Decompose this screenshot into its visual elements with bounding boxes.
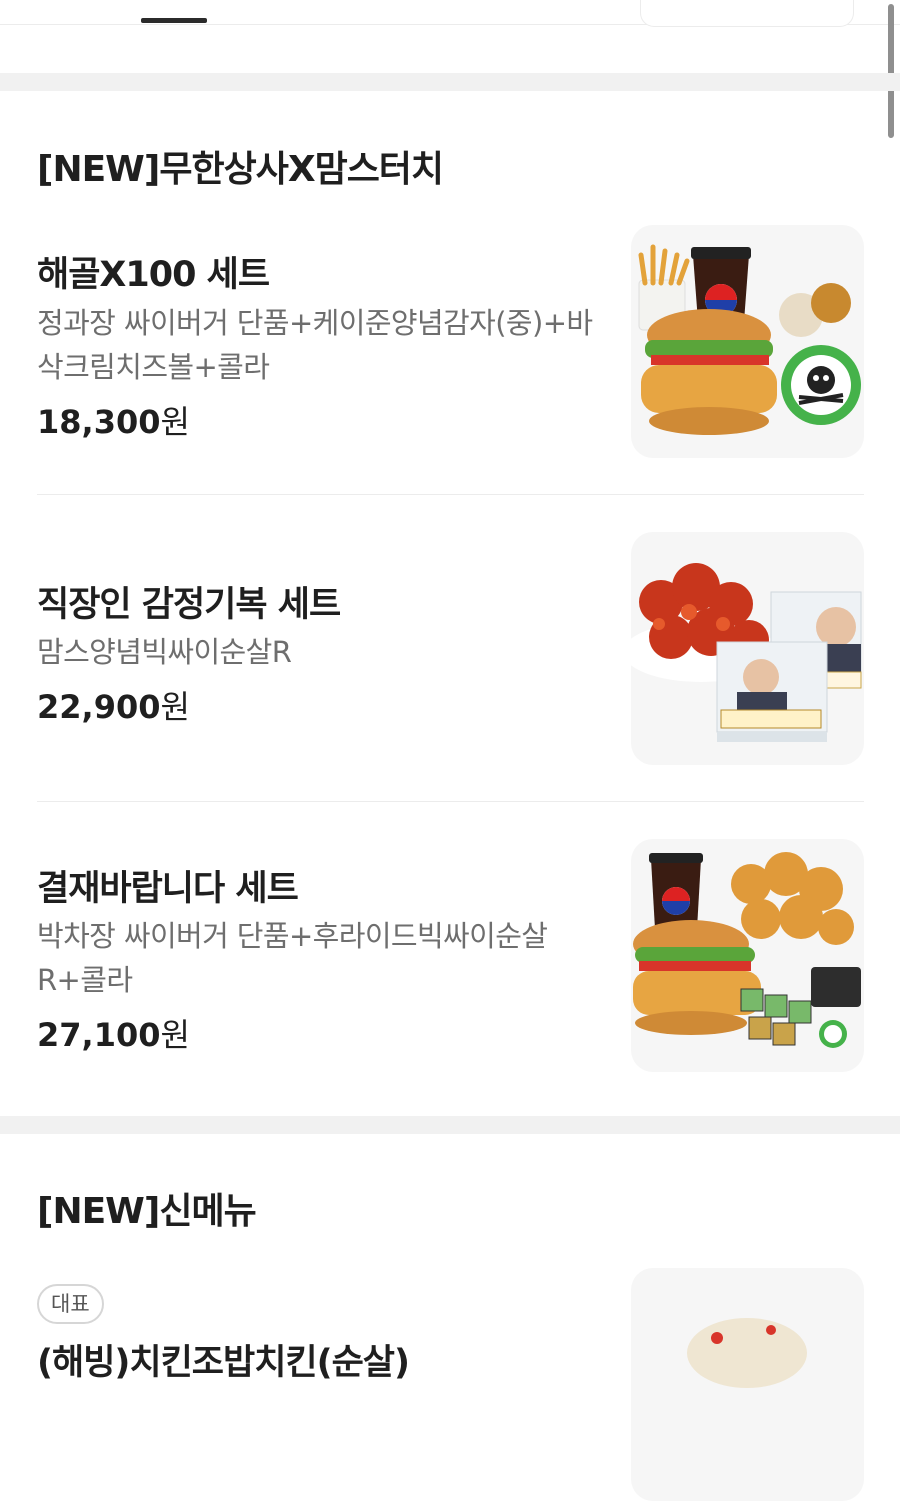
item-divider bbox=[37, 494, 864, 495]
top-filter-pill[interactable] bbox=[640, 0, 854, 27]
menu-item-description: 정과장 싸이버거 단품+케이준양념감자(중)+바삭크림치즈볼+콜라 bbox=[37, 306, 593, 384]
price-value: 22,900 bbox=[37, 688, 161, 726]
menu-item-description: 맘스양념빅싸이순살R bbox=[37, 635, 292, 669]
menu-item-description: 박차장 싸이버거 단품+후라이드빅싸이순살R+콜라 bbox=[37, 919, 548, 997]
price-currency: 원 bbox=[160, 403, 190, 441]
menu-item-name: (해빙)치킨조밥치킨(순살) bbox=[37, 1343, 410, 1383]
menu-item-price: 22,900원 bbox=[37, 682, 190, 728]
section-divider bbox=[0, 73, 900, 91]
menu-item-name: 결재바랍니다 세트 bbox=[37, 869, 299, 909]
menu-item-price: 18,300원 bbox=[37, 397, 190, 443]
burger-set-skull-image bbox=[631, 225, 864, 458]
scrollbar[interactable] bbox=[888, 4, 894, 138]
section-divider bbox=[0, 1116, 900, 1134]
menu-item-name: 직장인 감정기복 세트 bbox=[37, 585, 341, 625]
price-currency: 원 bbox=[160, 1016, 190, 1054]
price-value: 18,300 bbox=[37, 403, 161, 441]
menu-item-price: 27,100원 bbox=[37, 1010, 190, 1056]
section-title: [NEW]신메뉴 bbox=[37, 1191, 257, 1232]
price-value: 27,100 bbox=[37, 1016, 161, 1054]
menu-item-name: 해골X100 세트 bbox=[37, 255, 270, 295]
active-tab-indicator bbox=[141, 18, 207, 23]
price-currency: 원 bbox=[160, 688, 190, 726]
chicken-nameplate-image bbox=[631, 532, 864, 765]
new-menu-image bbox=[631, 1268, 864, 1501]
burger-chicken-set-image bbox=[631, 839, 864, 1072]
section-title: [NEW]무한상사X맘스터치 bbox=[37, 149, 444, 190]
item-divider bbox=[37, 801, 864, 802]
representative-badge: 대표 bbox=[37, 1284, 104, 1324]
